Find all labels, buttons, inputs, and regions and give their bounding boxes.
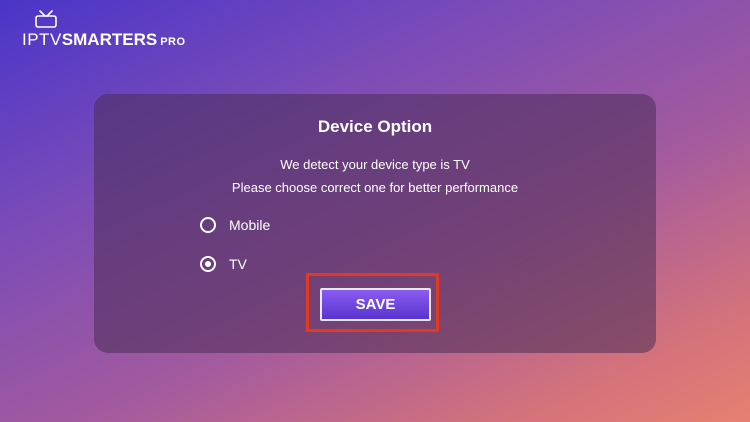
device-option-dialog: Device Option We detect your device type… [94, 94, 656, 353]
option-tv-label: TV [229, 256, 247, 272]
dialog-message-detect: We detect your device type is TV [280, 157, 470, 172]
dialog-title: Device Option [317, 117, 433, 136]
logo-wordmark: IPTVSMARTERS PRO [22, 30, 186, 52]
option-mobile[interactable]: Mobile [200, 215, 270, 235]
option-tv[interactable]: TV [200, 254, 247, 274]
logo-suffix: PRO [160, 36, 186, 48]
app-logo: IPTVSMARTERS PRO [22, 10, 185, 52]
logo-prefix: IPTV [22, 30, 62, 49]
dialog-message-choose: Please choose correct one for better per… [231, 180, 519, 195]
option-mobile-label: Mobile [229, 217, 271, 233]
tv-antenna-icon [35, 10, 57, 28]
save-button[interactable]: SAVE [320, 288, 431, 321]
radio-tv[interactable] [200, 256, 216, 272]
radio-mobile[interactable] [200, 217, 216, 233]
logo-name: SMARTERS [61, 30, 158, 49]
